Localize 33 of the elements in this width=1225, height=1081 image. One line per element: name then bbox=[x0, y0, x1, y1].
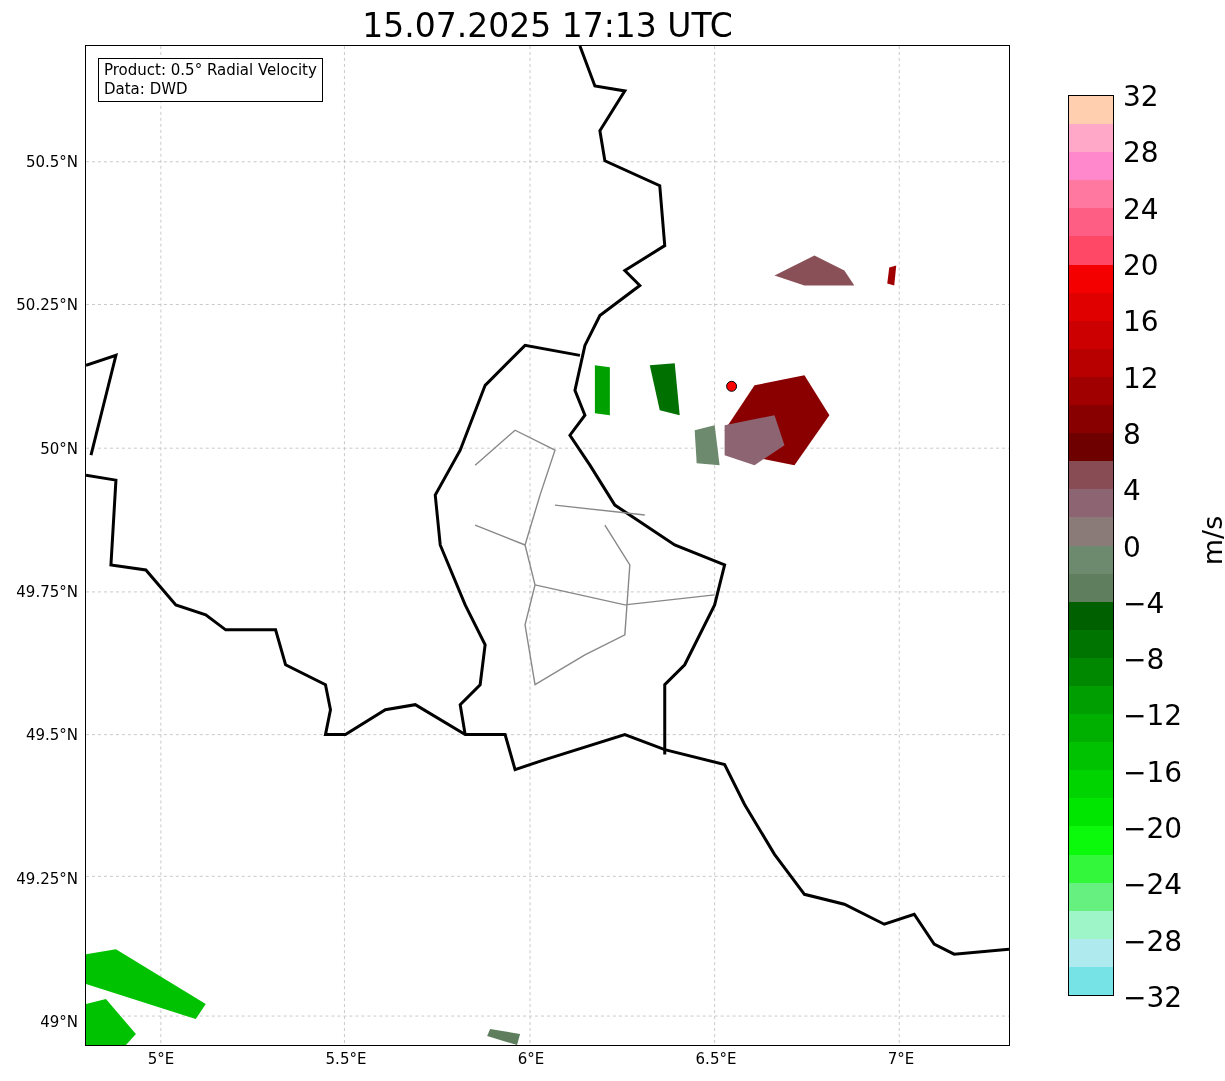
colorbar-tick-label: 32 bbox=[1123, 79, 1159, 113]
colorbar-tick-label: −20 bbox=[1123, 811, 1183, 845]
colorbar-tick-label: 4 bbox=[1123, 473, 1141, 507]
colorbar-tick-label: 16 bbox=[1123, 304, 1159, 338]
axis-tick-label: 49°N bbox=[40, 1012, 78, 1031]
colorbar-tick-label: −28 bbox=[1123, 924, 1183, 958]
colorbar-tick-label: 0 bbox=[1123, 530, 1141, 563]
axis-tick-label: 49.75°N bbox=[16, 582, 78, 601]
axis-tick-label: 50.5°N bbox=[25, 153, 78, 171]
info-text: Data: DWD bbox=[104, 80, 189, 99]
colorbar-tick-label: −24 bbox=[1123, 867, 1183, 901]
colorbar-tick-label: −16 bbox=[1123, 755, 1183, 789]
colorbar-tick-label: 20 bbox=[1123, 248, 1159, 282]
axis-tick-label: 5.5°E bbox=[325, 1050, 367, 1068]
colorbar-tick-label: 24 bbox=[1123, 192, 1159, 226]
colorbar-tick-label: −32 bbox=[1123, 980, 1183, 1014]
axis-tick-label: 49.5°N bbox=[25, 726, 78, 745]
axis-tick-label: 50°N bbox=[40, 439, 78, 458]
colorbar-tick-label: −8 bbox=[1123, 642, 1165, 676]
axis-tick-label: 50.25°N bbox=[16, 296, 78, 315]
axis-tick-label: 7°E bbox=[887, 1050, 915, 1068]
colorbar-label: m/s bbox=[1197, 515, 1225, 566]
chart-title: 15.07.2025 17:13 UTC bbox=[361, 5, 734, 45]
colorbar-tick-label: −4 bbox=[1123, 586, 1165, 620]
axis-tick-label: 6°E bbox=[517, 1050, 545, 1068]
info-text: Product: 0.5° Radial Velocity bbox=[104, 61, 317, 80]
colorbar-tick-label: −12 bbox=[1123, 698, 1183, 732]
axis-tick-label: 49.25°N bbox=[16, 869, 78, 888]
colorbar-tick-label: 8 bbox=[1123, 417, 1141, 451]
axis-tick-label: 5°E bbox=[147, 1050, 175, 1068]
axis-tick-label: 6.5°E bbox=[695, 1050, 737, 1068]
colorbar-tick-label: 12 bbox=[1123, 361, 1159, 395]
colorbar-tick-label: 28 bbox=[1123, 135, 1159, 169]
